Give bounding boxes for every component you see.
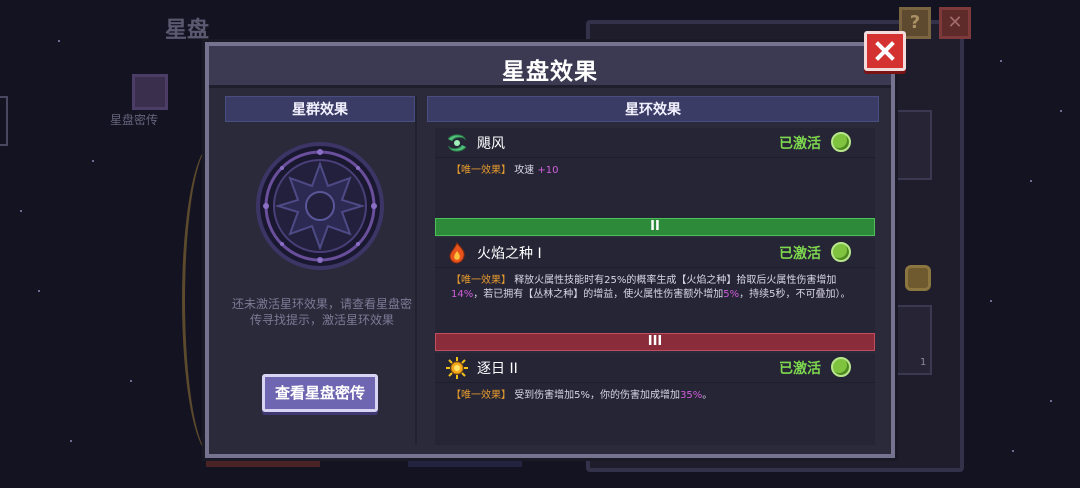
ring-effect-description: 【唯一效果】 受到伤害增加5%，你的伤害加成增加35%。 (435, 383, 875, 409)
effect-value: +10 (537, 165, 559, 176)
effect-tag: 【唯一效果】 (451, 165, 511, 176)
ring-effect: 飓风 已激活 【唯一效果】 攻速 +10 (435, 128, 875, 218)
coin-icon (905, 265, 931, 291)
active-indicator-icon (831, 357, 851, 377)
ring-effect-status: 已激活 (779, 136, 821, 152)
effect-text: 攻速 (514, 165, 538, 176)
dialog-header: 星盘效果 (209, 46, 891, 88)
view-star-codex-button[interactable]: 查看星盘密传 (262, 374, 378, 412)
star-ring-effects-panel: 星环效果 飓风 已激活 【唯一效果】 攻速 +10 II 火焰之种 I 已激活 … (427, 96, 879, 446)
whirlwind-icon (447, 134, 467, 152)
ring-effect: 火焰之种 I 已激活 【唯一效果】 释放火属性技能时有25%的概率生成【火焰之种… (435, 238, 875, 334)
tier-divider: III (435, 333, 875, 351)
star-codex-icon[interactable] (132, 74, 168, 110)
ring-effect-name: 火焰之种 I (477, 246, 542, 262)
constellation-effects-header: 星群效果 (225, 96, 415, 122)
background-close-button[interactable]: ✕ (939, 7, 971, 39)
ring-effect-description: 【唯一效果】 攻速 +10 (435, 158, 875, 184)
star-ring-effects-header: 星环效果 (427, 96, 879, 122)
dialog-title: 星盘效果 (502, 59, 598, 85)
effect-value: 35% (680, 390, 703, 401)
effect-value: 5% (723, 289, 740, 300)
background-slot[interactable] (892, 110, 932, 180)
active-indicator-icon (831, 132, 851, 152)
ring-effect-status: 已激活 (779, 361, 821, 377)
ring-effect: 逐日 II 已激活 【唯一效果】 受到伤害增加5%，你的伤害加成增加35%。 (435, 353, 875, 445)
constellation-effects-panel: 星群效果 还未激活星环效果，请查看星盘密传寻找提示，激活星环效果 查看星盘密传 (225, 96, 417, 444)
active-indicator-icon (831, 242, 851, 262)
star-disc-effects-dialog: 星盘效果 星群效果 还未激活星环效果，请查看星盘密传寻找提示，激活星环效果 查看… (205, 42, 895, 458)
star-codex-label: 星盘密传 (110, 113, 159, 127)
effect-text: 。 (702, 390, 713, 401)
star-disc-icon (256, 142, 384, 270)
left-edge-tab[interactable] (0, 96, 8, 146)
tier-divider: II (435, 218, 875, 236)
effect-tag: 【唯一效果】 (451, 390, 511, 401)
sun-icon (446, 357, 468, 379)
effect-text: 受到伤害增加5%，你的伤害加成增加 (514, 390, 681, 401)
effect-text: 释放火属性技能时有25%的概率生成【火焰之种】拾取后火属性伤害增加 (514, 275, 837, 286)
close-button[interactable] (864, 31, 906, 71)
close-icon (875, 41, 895, 61)
effect-text: ，持续5秒，不可叠加）。 (739, 289, 851, 300)
background-title: 星盘 (165, 18, 210, 43)
ring-effect-row: 火焰之种 I 已激活 (435, 238, 875, 268)
slot-count: 1 (920, 357, 927, 368)
activation-hint: 还未激活星环效果，请查看星盘密传寻找提示，激活星环效果 (231, 297, 412, 327)
ring-effect-name: 逐日 II (477, 361, 518, 377)
ring-effect-row: 逐日 II 已激活 (435, 353, 875, 383)
effect-text: ，若已拥有【丛林之种】的增益，使火属性伤害额外增加 (473, 289, 724, 300)
effect-tag: 【唯一效果】 (451, 275, 511, 286)
ring-effect-status: 已激活 (779, 246, 821, 262)
ring-effect-row: 飓风 已激活 (435, 128, 875, 158)
fire-seed-icon (449, 242, 465, 264)
ring-effect-name: 飓风 (477, 136, 505, 152)
effect-value: 14% (451, 289, 474, 300)
ring-effect-description: 【唯一效果】 释放火属性技能时有25%的概率生成【火焰之种】拾取后火属性伤害增加… (435, 268, 875, 308)
